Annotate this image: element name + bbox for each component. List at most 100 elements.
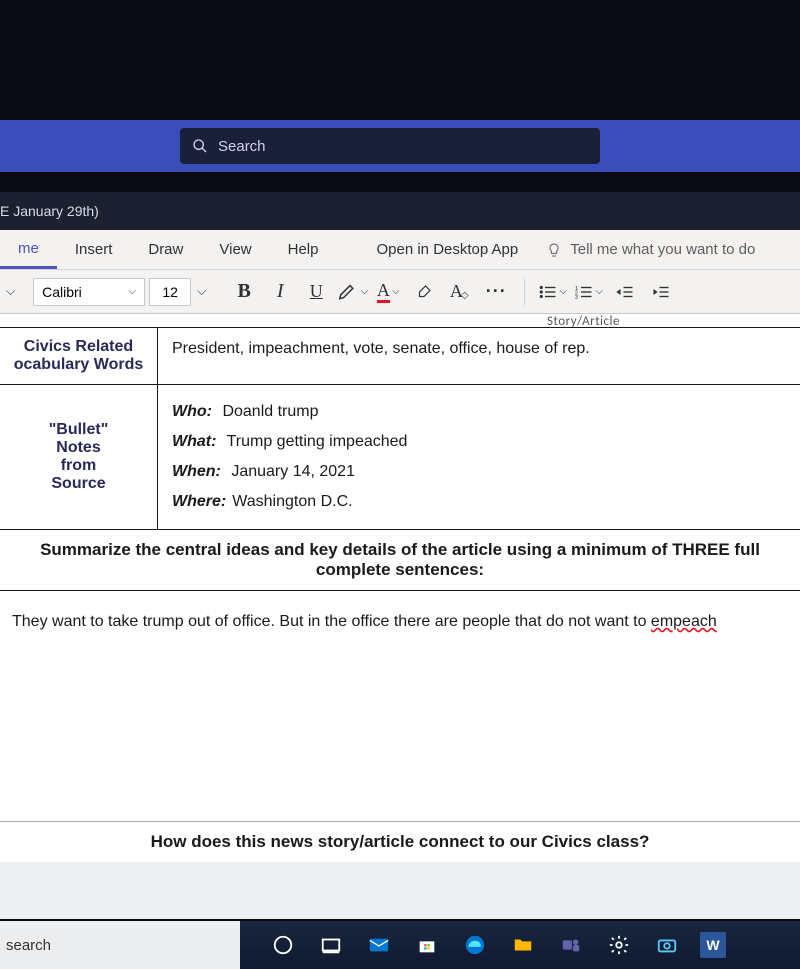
connect-heading: How does this news story/article connect…: [0, 821, 800, 862]
numbered-list-button[interactable]: 123⌵: [573, 276, 605, 308]
chevron-down-icon[interactable]: ⌵: [6, 284, 15, 299]
numbered-list-icon: 123: [575, 285, 593, 299]
explorer-app[interactable]: [508, 930, 538, 960]
font-size-select[interactable]: 12: [149, 278, 191, 306]
chevron-down-icon[interactable]: ⌵: [197, 284, 206, 299]
document-tab-bar: E January 29th): [0, 192, 800, 230]
bold-button[interactable]: B: [228, 276, 260, 308]
open-in-desktop-button[interactable]: Open in Desktop App: [376, 241, 518, 258]
paint-brush-icon: [415, 283, 433, 301]
store-icon: [416, 934, 438, 956]
vocab-label-line2: ocabulary Words: [8, 356, 149, 374]
chevron-down-icon: ⌵: [392, 286, 400, 297]
global-search[interactable]: Search: [180, 128, 600, 164]
underline-button[interactable]: U: [300, 276, 332, 308]
spelling-error[interactable]: empeach: [651, 613, 717, 630]
font-color-button[interactable]: A⌵: [372, 276, 404, 308]
app-titlebar: Search: [0, 120, 800, 172]
svg-text:3: 3: [575, 294, 578, 298]
who-label: Who:: [172, 403, 212, 420]
increase-indent-button[interactable]: [645, 276, 677, 308]
teams-icon: [560, 934, 582, 956]
highlight-button[interactable]: ⌵: [336, 276, 368, 308]
document-page[interactable]: Story/Article Civics Related ocabulary W…: [0, 314, 800, 862]
store-app[interactable]: [412, 930, 442, 960]
edge-icon: [464, 934, 486, 956]
summary-body[interactable]: They want to take trump out of office. B…: [0, 591, 800, 821]
tell-me-search[interactable]: Tell me what you want to do: [546, 241, 755, 258]
vocab-label-line1: Civics Related: [8, 338, 149, 356]
who-value: Doanld trump: [222, 403, 318, 420]
mail-app[interactable]: [364, 930, 394, 960]
bullet-list-icon: [539, 285, 557, 299]
windows-taskbar: search W: [0, 921, 800, 969]
notes-label-line3: from: [8, 457, 149, 475]
vocab-row: Civics Related ocabulary Words President…: [0, 328, 800, 385]
notes-label: "Bullet" Notes from Source: [0, 385, 158, 529]
camera-icon: [656, 934, 678, 956]
font-family-value: Calibri: [42, 284, 82, 300]
toolbar-divider: [524, 279, 525, 305]
camera-app[interactable]: [652, 930, 682, 960]
taskbar-search-text: search: [6, 937, 51, 954]
chevron-down-icon: ⌵: [129, 286, 137, 297]
what-value: Trump getting impeached: [227, 433, 408, 450]
notes-row: "Bullet" Notes from Source Who: Doanld t…: [0, 385, 800, 530]
italic-button[interactable]: I: [264, 276, 296, 308]
tab-view[interactable]: View: [201, 230, 269, 269]
chevron-down-icon: ⌵: [559, 286, 567, 297]
taskbar-search[interactable]: search: [0, 921, 240, 969]
mail-icon: [368, 934, 390, 956]
where-label: Where:: [172, 493, 226, 510]
highlighter-icon: [336, 280, 358, 302]
task-view-icon: [320, 934, 342, 956]
notes-label-line1: "Bullet": [8, 421, 149, 439]
taskbar-tray: W: [240, 930, 800, 960]
bullet-list-button[interactable]: ⌵: [537, 276, 569, 308]
font-family-select[interactable]: Calibri ⌵: [33, 278, 145, 306]
task-view-button[interactable]: [316, 930, 346, 960]
document-canvas[interactable]: Story/Article Civics Related ocabulary W…: [0, 314, 800, 919]
where-value: Washington D.C.: [232, 493, 352, 510]
font-size-value: 12: [162, 284, 178, 300]
chevron-down-icon: ⌵: [595, 286, 603, 297]
format-painter-button[interactable]: [408, 276, 440, 308]
edge-app[interactable]: [460, 930, 490, 960]
when-value: January 14, 2021: [231, 463, 355, 480]
clear-formatting-button[interactable]: A◇: [444, 276, 476, 308]
gear-icon: [608, 934, 630, 956]
chevron-down-icon: ⌵: [361, 286, 369, 297]
decrease-indent-button[interactable]: [609, 276, 641, 308]
outdent-icon: [616, 285, 634, 299]
font-color-label: A: [377, 281, 390, 303]
settings-app[interactable]: [604, 930, 634, 960]
cutoff-text: Story/Article: [547, 314, 620, 329]
cortana-button[interactable]: [268, 930, 298, 960]
summary-heading: Summarize the central ideas and key deta…: [0, 530, 800, 591]
tab-help[interactable]: Help: [270, 230, 337, 269]
what-label: What:: [172, 433, 216, 450]
indent-icon: [652, 285, 670, 299]
tab-insert[interactable]: Insert: [57, 230, 131, 269]
tab-draw[interactable]: Draw: [130, 230, 201, 269]
tab-home[interactable]: me: [0, 230, 57, 269]
notes-label-line2: Notes: [8, 439, 149, 457]
when-label: When:: [172, 463, 221, 480]
notes-content[interactable]: Who: Doanld trump What: Trump getting im…: [158, 385, 800, 529]
word-app[interactable]: W: [700, 932, 726, 958]
vocab-label: Civics Related ocabulary Words: [0, 328, 158, 384]
more-options-button[interactable]: ···: [480, 276, 512, 308]
circle-icon: [272, 934, 294, 956]
lightbulb-icon: [546, 242, 562, 258]
document-title: E January 29th): [0, 203, 99, 219]
search-placeholder: Search: [218, 138, 266, 155]
teams-app[interactable]: [556, 930, 586, 960]
summary-text: They want to take trump out of office. B…: [12, 613, 651, 630]
eraser-icon: ◇: [461, 290, 469, 301]
tell-me-label: Tell me what you want to do: [570, 241, 755, 258]
search-icon: [192, 138, 208, 154]
vocab-content[interactable]: President, impeachment, vote, senate, of…: [158, 328, 800, 384]
folder-icon: [512, 934, 534, 956]
notes-label-line4: Source: [8, 475, 149, 493]
ribbon-tabs: me Insert Draw View Help Open in Desktop…: [0, 230, 800, 270]
